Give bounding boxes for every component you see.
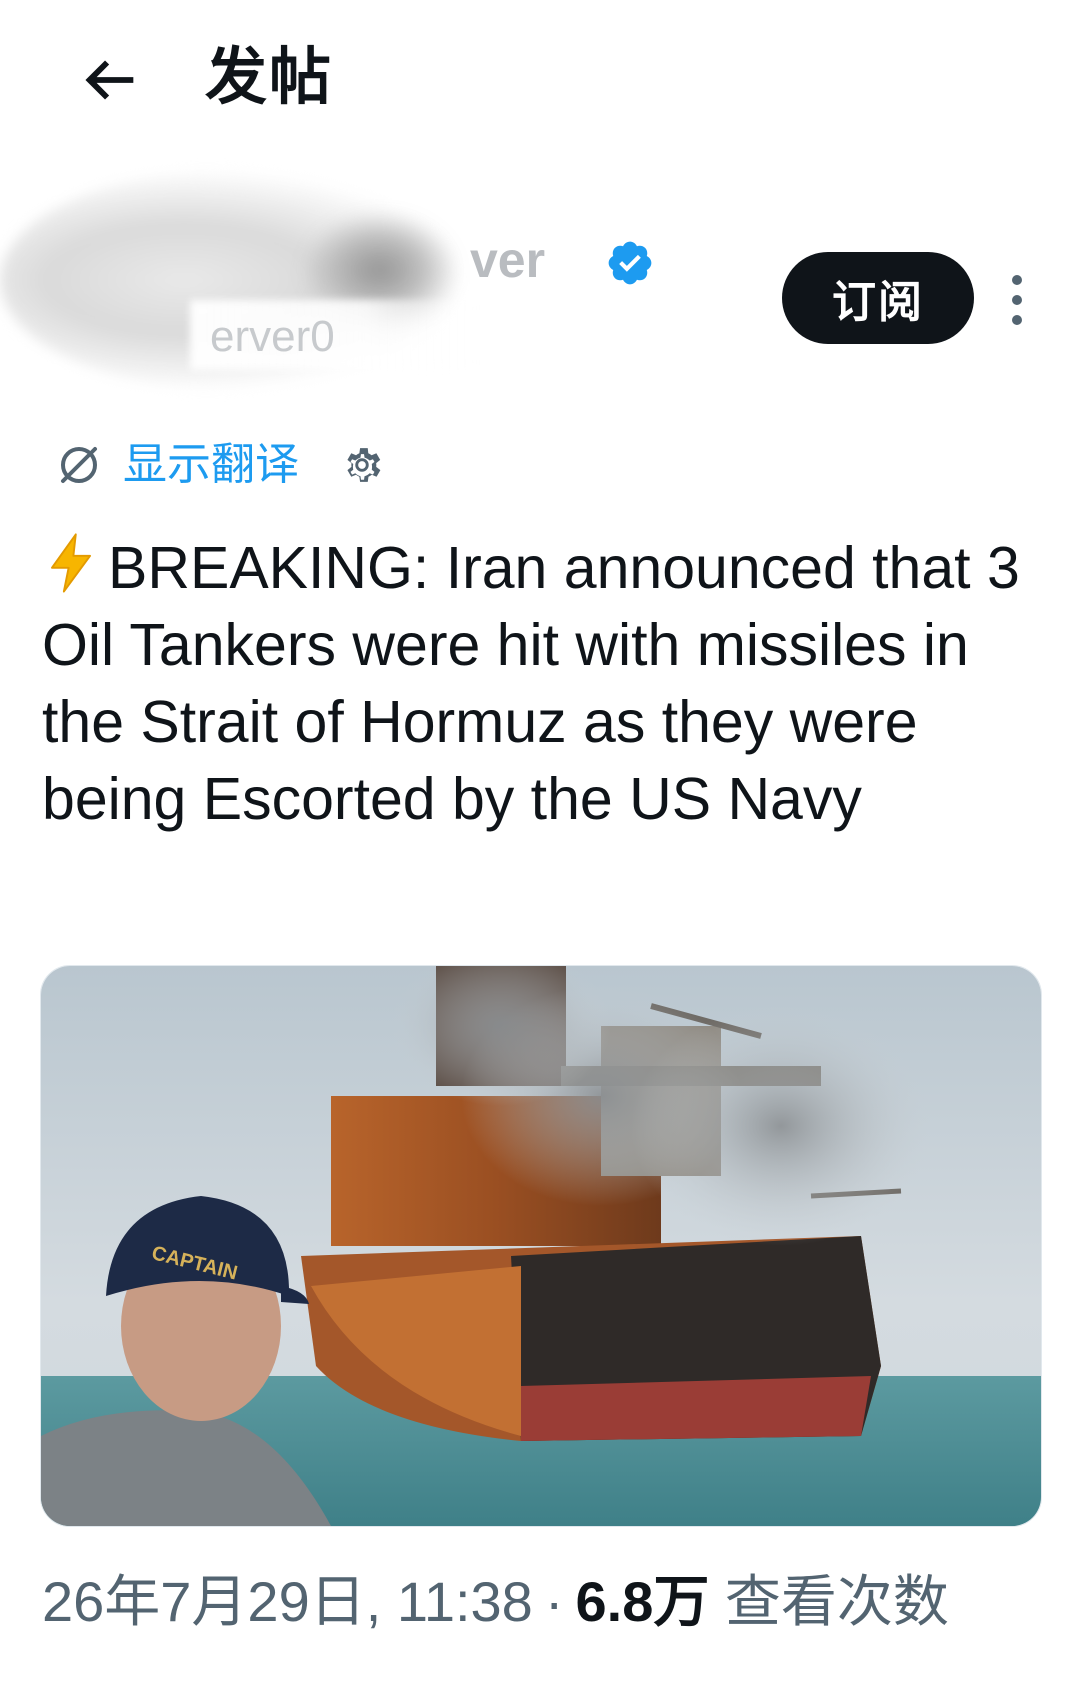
meta-separator: · bbox=[544, 1570, 564, 1633]
lightning-bolt-icon bbox=[50, 533, 92, 593]
show-translation-link[interactable]: 显示翻译 bbox=[123, 435, 299, 495]
author-handle[interactable]: erver0 bbox=[210, 310, 335, 364]
back-button[interactable] bbox=[70, 40, 150, 120]
post-timestamp[interactable]: 26年7月29日, 11:38 bbox=[42, 1570, 533, 1633]
post-image[interactable]: CAPTAIN bbox=[40, 965, 1042, 1527]
translate-row: 显示翻译 bbox=[55, 430, 385, 500]
top-bar: 发帖 bbox=[0, 0, 1080, 160]
burning-tanker-photo: CAPTAIN bbox=[41, 966, 1041, 1526]
author-row: ver erver0 订阅 bbox=[0, 160, 1080, 420]
page-title: 发帖 bbox=[205, 43, 334, 112]
gear-icon[interactable] bbox=[339, 442, 385, 488]
verified-badge-icon bbox=[608, 241, 652, 285]
post-meta: 26年7月29日, 11:38 · 6.8万 查看次数 bbox=[42, 1567, 949, 1637]
more-vertical-icon bbox=[1012, 275, 1022, 285]
author-display-name[interactable]: ver bbox=[470, 230, 545, 290]
more-vertical-icon-dot bbox=[1012, 295, 1022, 305]
translate-slash-icon bbox=[61, 447, 97, 483]
subscribe-button[interactable]: 订阅 bbox=[782, 252, 974, 344]
back-arrow-icon bbox=[85, 60, 134, 100]
more-options-button[interactable] bbox=[1000, 260, 1034, 340]
post-text: BREAKING: Iran announced that 3 Oil Tank… bbox=[42, 535, 1020, 832]
post-text-block: BREAKING: Iran announced that 3 Oil Tank… bbox=[42, 530, 1042, 838]
views-count: 6.8万 bbox=[575, 1570, 710, 1633]
more-vertical-icon-dot bbox=[1012, 315, 1022, 325]
views-label: 查看次数 bbox=[724, 1570, 949, 1633]
